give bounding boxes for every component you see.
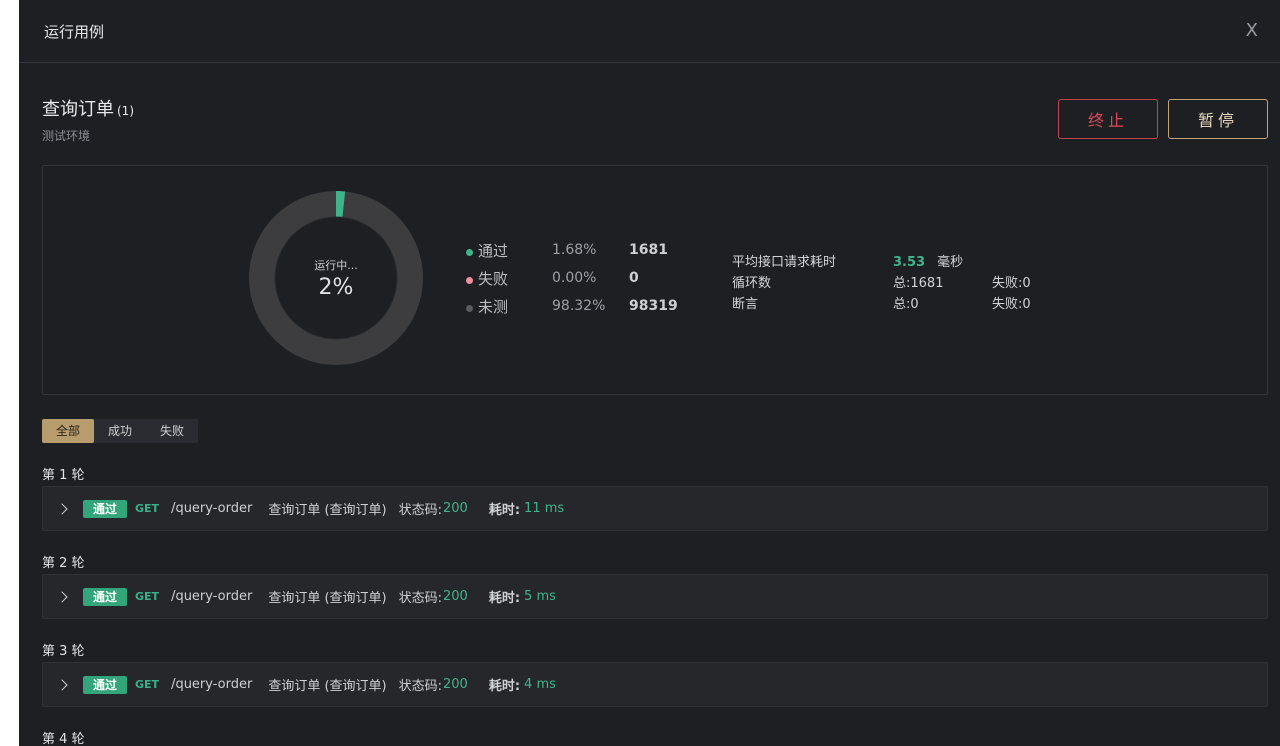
status-code-value: 200 (443, 589, 468, 604)
status-badge: 通过 (83, 675, 128, 694)
status-badge: 通过 (83, 587, 128, 606)
pause-button[interactable]: 暂停 (1168, 99, 1268, 139)
tab-fail[interactable]: 失败 (146, 419, 198, 443)
tab-all[interactable]: 全部 (42, 419, 95, 443)
legend-percent: 98.32% (552, 298, 606, 314)
metric-value: 总:0 (893, 297, 919, 312)
status-code-label: 状态码: (398, 503, 443, 518)
legend-count: 0 (629, 270, 639, 286)
round-label: 第 4 轮 (42, 732, 85, 746)
request-description: 查询订单 (查询订单) (268, 679, 387, 694)
duration-value: 5 ms (524, 589, 556, 604)
round-label: 第 1 轮 (42, 468, 85, 483)
untested-dot-icon (466, 304, 473, 312)
stats-panel: 运行中... 2% 通过 1.68% 1681 失败 0.00% 0 未测 98… (42, 165, 1268, 395)
chevron-right-icon[interactable] (56, 678, 68, 691)
legend-label: 未测 (478, 297, 509, 316)
round-label: 第 3 轮 (42, 644, 85, 659)
status-code-label: 状态码: (398, 679, 443, 694)
result-legend: 通过 1.68% 1681 失败 0.00% 0 未测 98.32% 98319 (466, 236, 678, 320)
status-code-label: 状态码: (398, 591, 443, 606)
round-label: 第 2 轮 (42, 556, 85, 571)
duration-label: 耗时: (488, 503, 521, 518)
legend-count: 1681 (629, 242, 668, 258)
metric-row: 平均接口请求耗时 3.53 毫秒 (732, 250, 1031, 271)
environment-label: 测试环境 (42, 129, 91, 143)
legend-row-untested: 未测 98.32% 98319 (466, 292, 678, 320)
stop-button[interactable]: 终止 (1058, 99, 1158, 139)
legend-label: 通过 (478, 241, 509, 260)
duration-label: 耗时: (488, 591, 521, 606)
donut-center: 运行中... 2% (249, 191, 423, 365)
result-filter-tabs: 全部 成功 失败 (42, 419, 199, 443)
http-method: GET (135, 678, 160, 691)
metrics-table: 平均接口请求耗时 3.53 毫秒 循环数 总:1681 失败:0 断言 总:0 失… (732, 250, 1031, 313)
http-method: GET (135, 502, 160, 515)
metric-extra: 失败:0 (992, 297, 1031, 312)
metric-label: 断言 (732, 297, 759, 312)
legend-percent: 0.00% (552, 270, 597, 286)
legend-count: 98319 (629, 298, 678, 314)
chevron-right-icon[interactable] (56, 502, 68, 515)
legend-row-pass: 通过 1.68% 1681 (466, 236, 678, 264)
request-description: 查询订单 (查询订单) (268, 503, 387, 518)
status-badge: 通过 (83, 499, 128, 518)
request-path: /query-order (171, 589, 253, 604)
request-row[interactable]: 通过 GET /query-order 查询订单 (查询订单) 状态码: 200… (42, 574, 1268, 619)
run-summary-heading: 查询订单 (1) 测试环境 (42, 95, 134, 144)
duration-value: 4 ms (524, 677, 556, 692)
request-row[interactable]: 通过 GET /query-order 查询订单 (查询订单) 状态码: 200… (42, 486, 1268, 531)
donut-status: 运行中... (314, 258, 358, 272)
metric-label: 循环数 (732, 276, 772, 291)
chevron-right-icon[interactable] (56, 590, 68, 603)
legend-label: 失败 (478, 269, 509, 288)
run-title: 查询订单 (42, 99, 114, 120)
metric-number: 3.53 (893, 255, 926, 270)
status-code-value: 200 (443, 501, 468, 516)
duration-value: 11 ms (524, 501, 565, 516)
run-case-dialog: 运行用例 X 查询订单 (1) 测试环境 终止 暂停 运行中... 2% 通过 1… (19, 0, 1280, 746)
metric-unit: 毫秒 (937, 255, 964, 270)
dialog-title: 运行用例 (44, 22, 105, 41)
tab-success[interactable]: 成功 (94, 419, 146, 443)
legend-row-fail: 失败 0.00% 0 (466, 264, 678, 292)
fail-dot-icon (466, 276, 473, 284)
donut-percent: 2% (318, 274, 354, 300)
status-code-value: 200 (443, 677, 468, 692)
pass-dot-icon (466, 248, 473, 256)
metric-label: 平均接口请求耗时 (732, 255, 837, 270)
dialog-header: 运行用例 X (19, 0, 1280, 63)
request-row[interactable]: 通过 GET /query-order 查询订单 (查询订单) 状态码: 200… (42, 662, 1268, 707)
progress-donut: 运行中... 2% (249, 191, 423, 365)
request-path: /query-order (171, 677, 253, 692)
request-description: 查询订单 (查询订单) (268, 591, 387, 606)
metric-value: 总:1681 (893, 276, 944, 291)
http-method: GET (135, 590, 160, 603)
metric-row: 断言 总:0 失败:0 (732, 292, 1031, 313)
metric-extra: 失败:0 (992, 276, 1031, 291)
request-path: /query-order (171, 501, 253, 516)
close-icon[interactable]: X (1246, 22, 1258, 40)
run-count: (1) (117, 104, 134, 118)
duration-label: 耗时: (488, 679, 521, 694)
legend-percent: 1.68% (552, 242, 597, 258)
metric-row: 循环数 总:1681 失败:0 (732, 271, 1031, 292)
